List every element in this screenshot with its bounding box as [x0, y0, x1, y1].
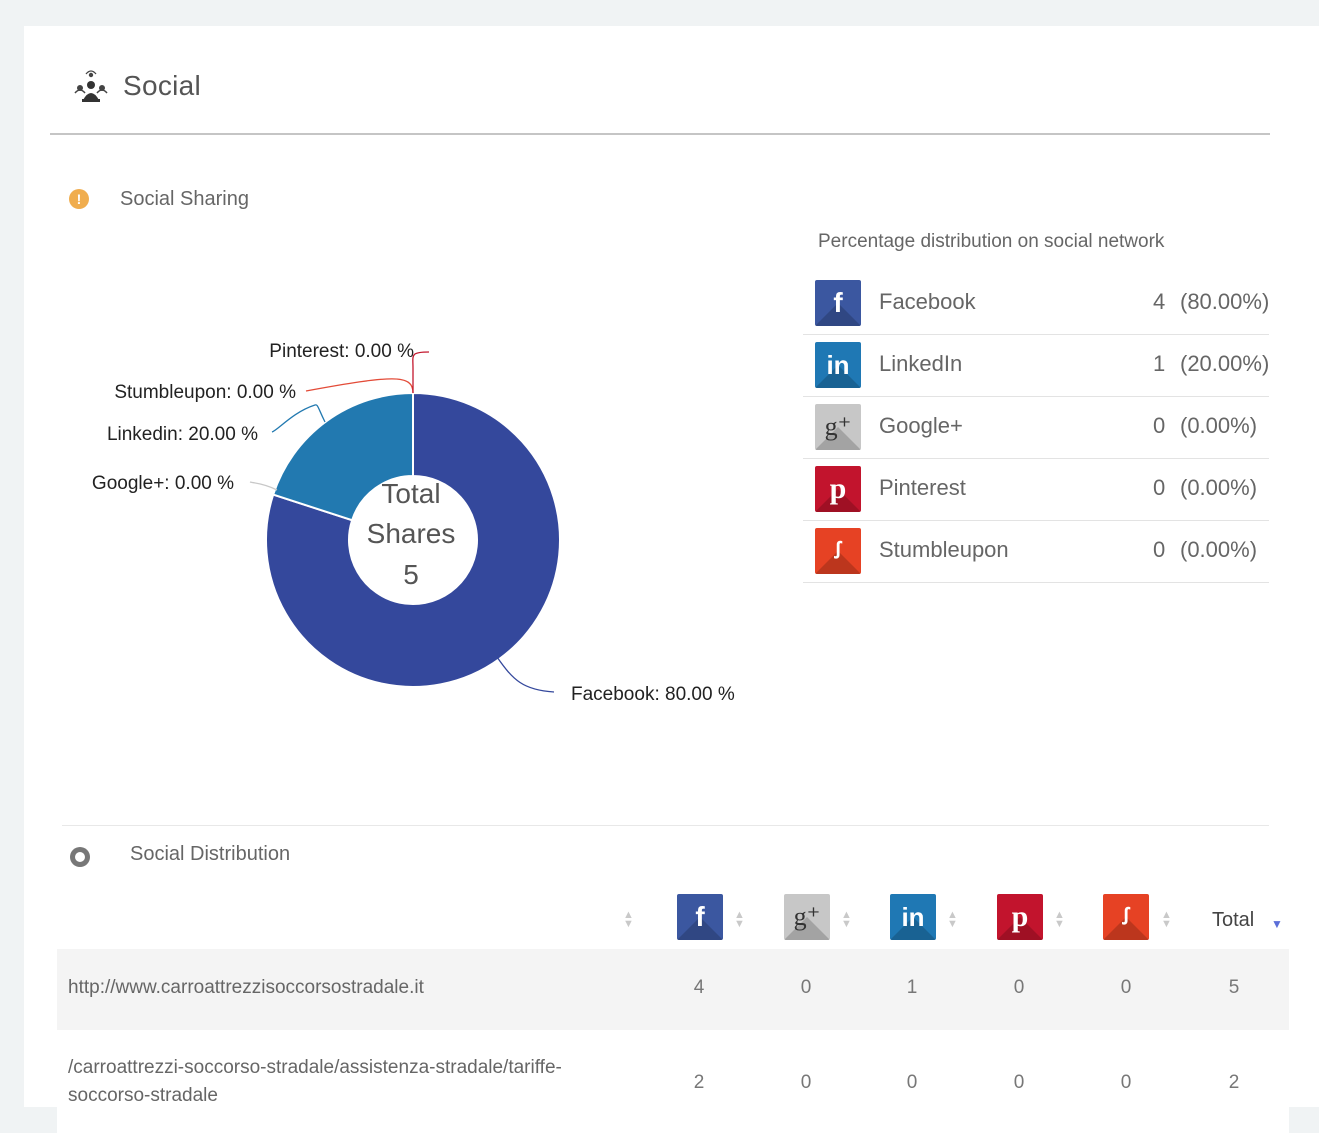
legend-label: Google+ [879, 413, 963, 438]
linkedin-icon[interactable]: in [890, 894, 936, 940]
table-row: http://www.carroattrezzisoccorsostradale… [57, 949, 1289, 1030]
data-label-facebook: Facebook: 80.00 % [571, 684, 735, 705]
legend-label: Stumbleupon [879, 537, 1009, 562]
legend-label: LinkedIn [879, 351, 963, 376]
linkedin-icon: in [815, 342, 861, 388]
legend-percent: (0.00%) [1180, 413, 1258, 438]
social-people-icon [74, 70, 108, 102]
legend-percent: (80.00%) [1180, 289, 1270, 314]
share-donut-chart: Facebook: 80.00 % Linkedin: 20.00 % Google… [92, 341, 735, 705]
cell-stumbleupon: 0 [1120, 1072, 1132, 1093]
legend-label: Pinterest [879, 475, 966, 500]
legend-row-facebook: f Facebook 4 (80.00%) [803, 273, 1269, 335]
facebook-icon[interactable]: f [677, 894, 723, 940]
cell-facebook: 2 [693, 1072, 705, 1093]
donut-center-text: Shares [367, 518, 456, 549]
pinterest-icon[interactable]: p [997, 894, 1043, 940]
pinterest-icon: p [815, 466, 861, 512]
donut-center-text: Total [381, 478, 440, 509]
social-panel: Social ! Social Sharing Facebook: 80.00 … [24, 26, 1319, 1133]
legend-count: 0 [1153, 537, 1166, 562]
donut-center-text: 5 [403, 559, 419, 590]
legend-count: 0 [1153, 413, 1166, 438]
cell-pinterest: 0 [1013, 1072, 1025, 1093]
stumbleupon-icon[interactable]: ꭍ [1103, 894, 1149, 940]
social-legend: f Facebook 4 (80.00%) in LinkedIn 1 (20.… [803, 273, 1269, 583]
cell-facebook: 4 [693, 977, 705, 998]
header-divider [50, 133, 1270, 135]
legend-count: 1 [1153, 351, 1166, 376]
cell-total: 5 [1228, 977, 1240, 998]
distribution-table-header: ▲ ▼ f ▲ ▼ g⁺ ▲ ▼ in ▲ ▼ p ▲ ▼ ꭍ ▲ ▼ Total ▼ [57, 889, 1289, 949]
sort-arrows-icon[interactable]: ▲ ▼ [841, 910, 852, 930]
row-url[interactable]: /carroattrezzi-soccorso-stradale/assiste… [68, 1054, 628, 1110]
label-connector-stumbleupon [305, 378, 414, 394]
page-title: Social [123, 70, 202, 101]
legend-label: Facebook [879, 289, 976, 314]
cell-stumbleupon: 0 [1120, 977, 1132, 998]
alert-circle-icon: ! [69, 189, 89, 209]
legend-count: 4 [1153, 289, 1166, 314]
data-label-google-: Google+: 0.00 % [92, 473, 234, 494]
legend-percent: (0.00%) [1180, 475, 1258, 500]
data-label-pinterest: Pinterest: 0.00 % [269, 341, 414, 362]
legend-row-stumbleupon: ꭍ Stumbleupon 0 (0.00%) [803, 521, 1269, 583]
legend-percent: (0.00%) [1180, 537, 1258, 562]
sort-descending-icon[interactable]: ▼ [1271, 917, 1283, 931]
legend-percent: (20.00%) [1180, 351, 1270, 376]
column-header-total[interactable]: Total [1212, 909, 1254, 932]
cell-google-plus: 0 [800, 1072, 812, 1093]
label-connector-google- [249, 481, 278, 491]
cell-google-plus: 0 [800, 977, 812, 998]
sort-arrows-icon[interactable]: ▲ ▼ [623, 910, 634, 930]
sort-arrows-icon[interactable]: ▲ ▼ [1054, 910, 1065, 930]
google-plus-icon[interactable]: g⁺ [784, 894, 830, 940]
cell-total: 2 [1228, 1072, 1240, 1093]
data-label-linkedin: Linkedin: 20.00 % [107, 424, 258, 445]
legend-row-google-plus: g⁺ Google+ 0 (0.00%) [803, 397, 1269, 459]
sort-arrows-icon[interactable]: ▲ ▼ [1161, 910, 1172, 930]
section-title-social-sharing: Social Sharing [120, 188, 249, 210]
sort-arrows-icon[interactable]: ▲ ▼ [734, 910, 745, 930]
legend-row-pinterest: p Pinterest 0 (0.00%) [803, 459, 1269, 521]
cell-pinterest: 0 [1013, 977, 1025, 998]
radio-circle-icon [70, 847, 90, 867]
row-url[interactable]: http://www.carroattrezzisoccorsostradale… [68, 974, 628, 1002]
sort-arrows-icon[interactable]: ▲ ▼ [947, 910, 958, 930]
data-label-stumbleupon: Stumbleupon: 0.00 % [114, 382, 296, 403]
label-connector-pinterest [412, 351, 430, 393]
legend-title: Percentage distribution on social networ… [818, 231, 1165, 252]
legend-row-linkedin: in LinkedIn 1 (20.00%) [803, 335, 1269, 397]
cell-linkedin: 0 [906, 1072, 918, 1093]
section-title-social-distribution: Social Distribution [130, 843, 291, 865]
stumbleupon-icon: ꭍ [815, 528, 861, 574]
section-divider [62, 825, 1269, 826]
legend-count: 0 [1153, 475, 1166, 500]
table-row: /carroattrezzi-soccorso-stradale/assiste… [57, 1030, 1289, 1133]
cell-linkedin: 1 [906, 977, 918, 998]
label-connector-facebook [496, 656, 555, 693]
google-plus-icon: g⁺ [815, 404, 861, 450]
facebook-icon: f [815, 280, 861, 326]
